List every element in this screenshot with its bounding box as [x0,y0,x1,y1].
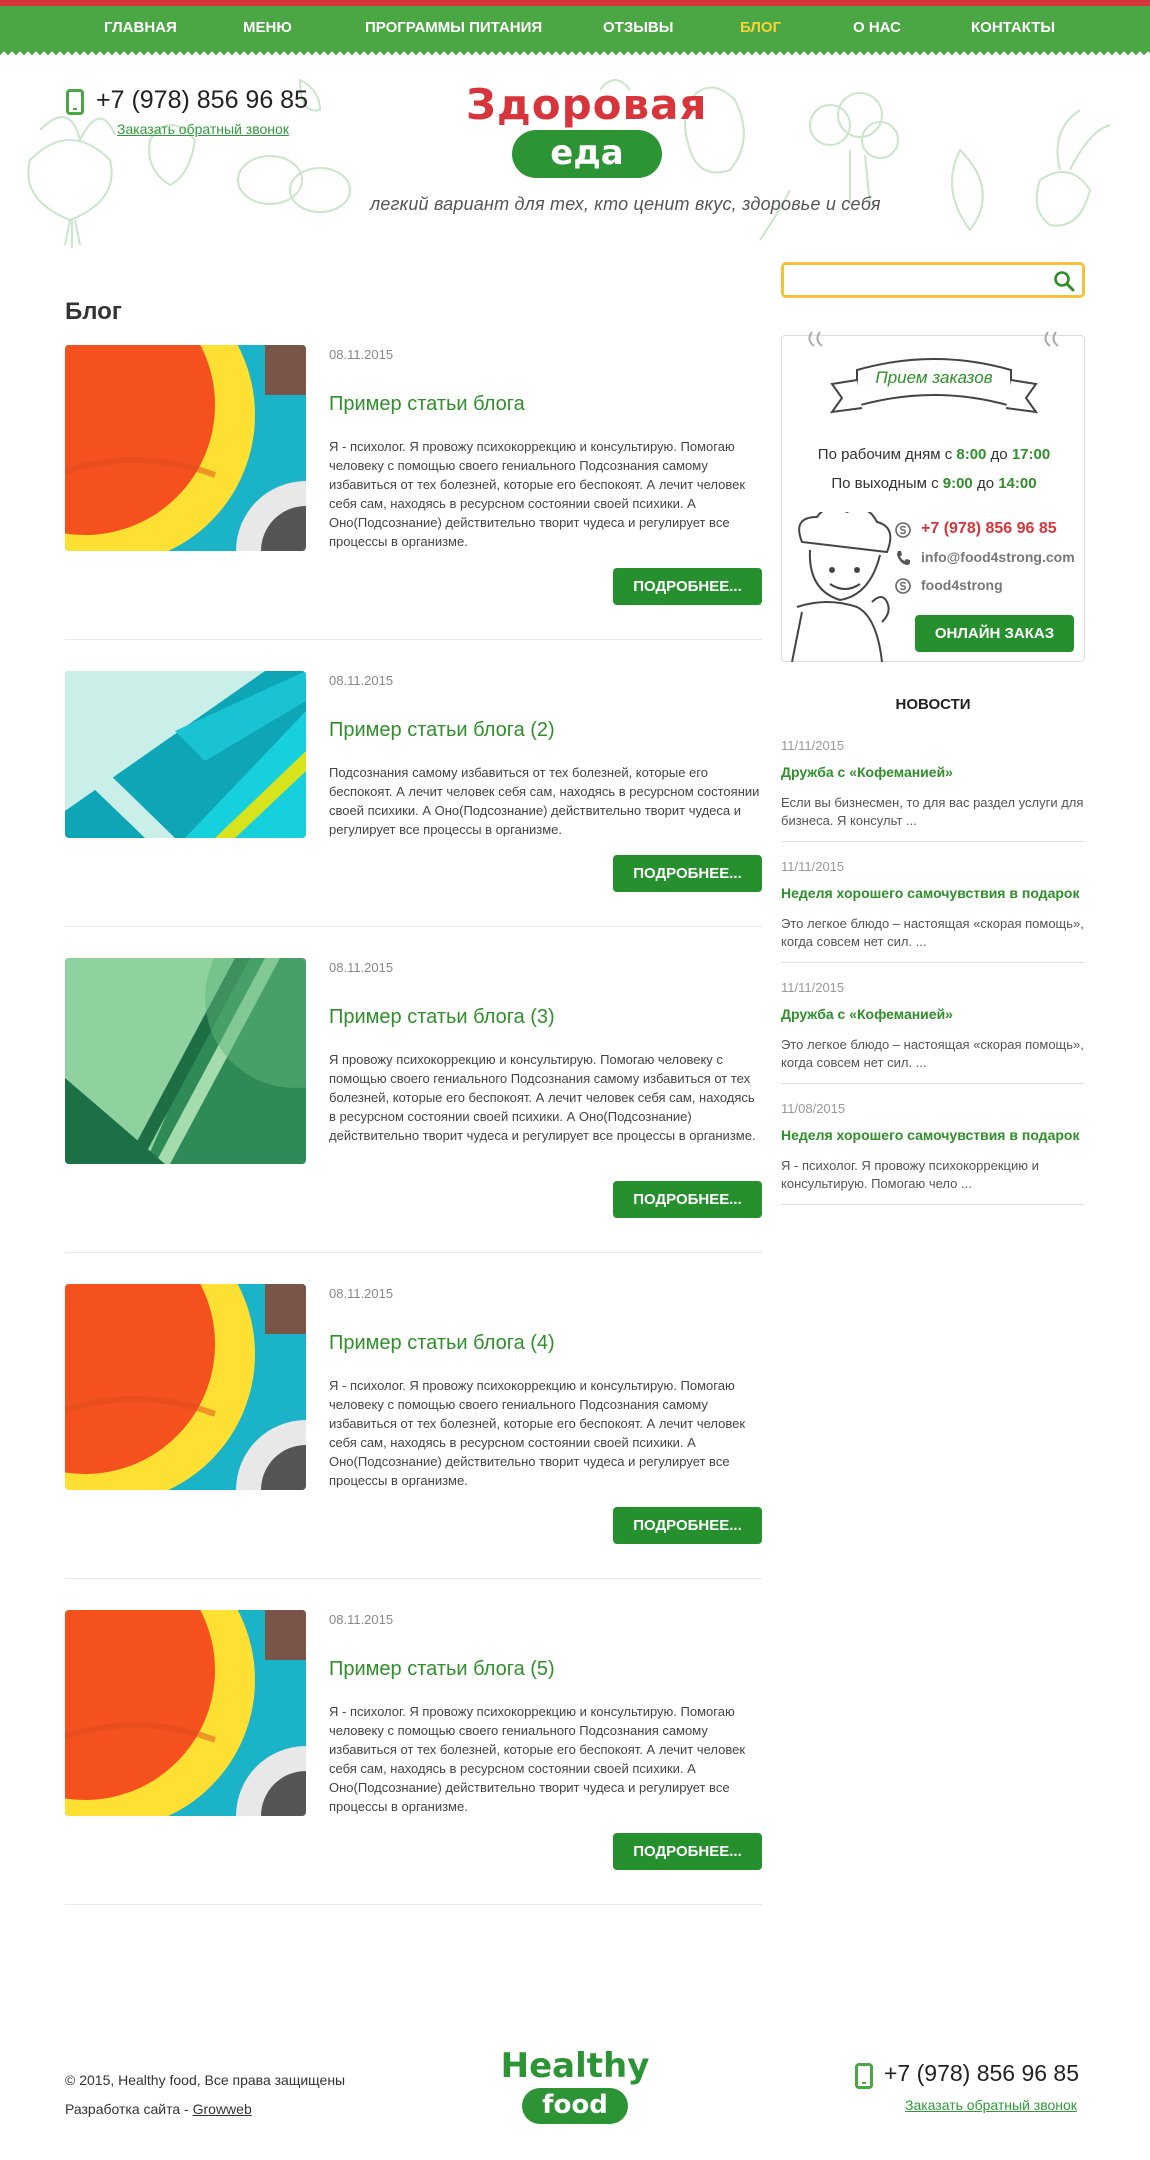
footer-logo[interactable]: Healthy food [500,2046,650,2126]
footer-copyright: © 2015, Healthy food, Все права защищены [65,2072,346,2088]
post-excerpt: Я - психолог. Я провожу психокоррекцию и… [329,1378,746,1488]
post-thumbnail[interactable] [65,1284,306,1490]
weekend-hours: По выходным с 9:00 до 14:00 [831,475,1037,492]
post-date: 08.11.2015 [329,1612,394,1627]
post-title[interactable]: Пример статьи блога (2) [329,719,555,742]
post-date: 08.11.2015 [329,673,394,688]
post-thumbnail[interactable] [65,671,306,838]
post-date: 08.11.2015 [329,1286,394,1301]
news-date: 11/11/2015 [781,738,845,753]
blog-post: 08.11.2015 Пример статьи блога (3) Я прово… [65,958,762,1252]
news-excerpt: Я - психолог. Я провожу психокоррекцию и… [781,1158,1039,1191]
chef-illustration [791,512,892,662]
news-excerpt: Это легкое блюдо – настоящая «скорая пом… [781,916,1084,949]
read-more-button[interactable]: ПОДРОБНЕЕ... [613,1181,762,1218]
news-divider [781,962,1085,963]
blog-post: 08.11.2015 Пример статьи блога (5) Я - пси… [65,1610,762,1904]
post-divider [65,639,762,640]
logo-pill: еда [512,130,662,178]
order-box: Прием заказов По рабочим дням с 8:00 до … [781,331,1085,662]
blog-post: 08.11.2015 Пример статьи блога (4) Я - пси… [65,1284,762,1578]
news-title[interactable]: Неделя хорошего самочувствия в подарок [781,885,1079,901]
read-more-button[interactable]: ПОДРОБНЕЕ... [613,855,762,892]
news-item: 11/08/2015 Неделя хорошего самочувствия в… [781,1101,1085,1201]
news-item: 11/11/2015 Дружба с «Кофеманией» Если вы б… [781,738,1085,838]
post-thumbnail[interactable] [65,1610,306,1816]
news-title[interactable]: Дружба с «Кофеманией» [781,1006,953,1022]
post-thumbnail[interactable] [65,958,306,1164]
news-date: 11/11/2015 [781,980,845,995]
news-divider [781,841,1085,842]
post-excerpt: Я провожу психокоррекцию и консультирую.… [329,1052,756,1143]
read-more-button[interactable]: ПОДРОБНЕЕ... [613,568,762,605]
phone-handset-icon [897,551,910,565]
notebook-rings [808,331,1059,347]
blog-post: 08.11.2015 Пример статьи блога Я - психоло… [65,345,762,639]
news-divider [781,1204,1085,1205]
news-excerpt: Это легкое блюдо – настоящая «скорая пом… [781,1037,1084,1070]
order-email[interactable]: info@food4strong.com [921,549,1075,565]
news-title[interactable]: Дружба с «Кофеманией» [781,764,953,780]
news-excerpt: Если вы бизнесмен, то для вас раздел усл… [781,795,1084,828]
search-icon[interactable] [1052,269,1076,293]
read-more-button[interactable]: ПОДРОБНЕЕ... [613,1507,762,1544]
search-box [781,262,1085,298]
order-phone[interactable]: +7 (978) 856 96 85 [921,520,1057,538]
order-banner-ribbon [829,358,1039,414]
footer-logo-title: Healthy [500,2046,650,2086]
skype-icon [895,578,911,594]
news-item: 11/11/2015 Неделя хорошего самочувствия в… [781,859,1085,959]
site-logo[interactable]: Здоровая еда [466,80,708,182]
header-phone[interactable]: +7 (978) 856 96 85 [96,86,308,115]
post-divider [65,926,762,927]
news-heading: НОВОСТИ [895,696,971,713]
blog-post: 08.11.2015 Пример статьи блога (2) Подсозн… [65,671,762,926]
weekday-hours: По рабочим дням с 8:00 до 17:00 [817,446,1051,463]
order-banner-text: Прием заказов [875,368,993,387]
post-divider [65,1252,762,1253]
order-skype[interactable]: food4strong [921,577,1003,593]
post-excerpt: Я - психолог. Я провожу психокоррекцию и… [329,439,746,549]
site-tagline: легкий вариант для тех, кто ценит вкус, … [370,194,881,214]
online-order-button[interactable]: ОНЛАЙН ЗАКАЗ [915,615,1074,652]
phone-icon [855,2063,873,2089]
post-title[interactable]: Пример статьи блога (3) [329,1006,555,1029]
footer-developer: Разработка сайта - Growweb [65,2101,252,2117]
news-title[interactable]: Неделя хорошего самочувствия в подарок [781,1127,1079,1143]
post-excerpt: Я - психолог. Я провожу психокоррекцию и… [329,1704,746,1814]
post-date: 08.11.2015 [329,347,394,362]
news-item: 11/11/2015 Дружба с «Кофеманией» Это легко… [781,980,1085,1080]
footer-logo-pill: food [522,2088,628,2124]
footer-callback-link[interactable]: Заказать обратный звонок [905,2097,1077,2113]
post-title[interactable]: Пример статьи блога (4) [329,1332,555,1355]
page-title: Блог [65,298,122,325]
post-thumbnail[interactable] [65,345,306,551]
search-input[interactable] [790,269,1040,291]
post-title[interactable]: Пример статьи блога [329,393,525,416]
skype-icon [895,522,911,538]
news-date: 11/08/2015 [781,1101,846,1116]
header-callback-link[interactable]: Заказать обратный звонок [117,121,289,137]
developer-link[interactable]: Growweb [193,2101,252,2117]
post-divider [65,1578,762,1579]
phone-icon [66,89,84,115]
footer-phone[interactable]: +7 (978) 856 96 85 [884,2060,1079,2087]
post-excerpt: Подсознания самому избавиться от тех бол… [329,765,760,837]
post-divider [65,1904,762,1905]
logo-title: Здоровая [466,80,708,129]
news-date: 11/11/2015 [781,859,845,874]
news-divider [781,1083,1085,1084]
post-date: 08.11.2015 [329,960,394,975]
post-title[interactable]: Пример статьи блога (5) [329,1658,555,1681]
read-more-button[interactable]: ПОДРОБНЕЕ... [613,1833,762,1870]
